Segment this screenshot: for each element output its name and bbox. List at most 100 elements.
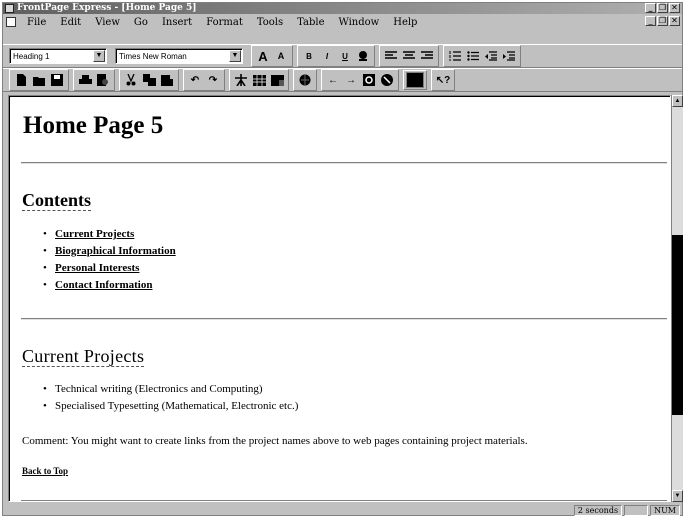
copy-icon[interactable] bbox=[140, 71, 158, 89]
menu-format[interactable]: Format bbox=[199, 17, 250, 28]
underline-button[interactable]: U bbox=[336, 47, 354, 65]
title-bar[interactable]: FrontPage Express - [Home Page 5] _ ❐ ✕ bbox=[3, 3, 682, 14]
projects-list: Technical writing (Electronics and Compu… bbox=[41, 381, 298, 415]
align-center-icon[interactable] bbox=[400, 47, 418, 65]
format-toolbar: Heading 1 ▼ Times New Roman ▼ A A B I U bbox=[3, 44, 682, 68]
refresh-icon[interactable] bbox=[360, 71, 378, 89]
horizontal-rule bbox=[21, 162, 667, 164]
style-group: B I U bbox=[297, 45, 375, 67]
link-current-projects[interactable]: Current Projects bbox=[55, 228, 134, 240]
menu-window[interactable]: Window bbox=[331, 17, 386, 28]
hyperlink-group bbox=[293, 69, 317, 91]
new-page-icon[interactable] bbox=[12, 71, 30, 89]
insert-image-icon[interactable] bbox=[268, 71, 286, 89]
navigation-group: ← → bbox=[321, 69, 399, 91]
status-bar: 2 seconds NUM bbox=[3, 504, 682, 516]
font-size-group: A A bbox=[251, 45, 293, 67]
clipboard-group bbox=[119, 69, 179, 91]
menu-go[interactable]: Go bbox=[127, 17, 155, 28]
chevron-down-icon[interactable]: ▼ bbox=[93, 50, 105, 62]
open-folder-icon[interactable] bbox=[30, 71, 48, 89]
horizontal-rule bbox=[21, 318, 667, 320]
font-select-value: Times New Roman bbox=[119, 51, 187, 61]
list-item: Biographical Information bbox=[41, 243, 176, 260]
color-group bbox=[403, 70, 427, 90]
shrink-font-button[interactable]: A bbox=[272, 47, 290, 65]
scroll-thumb[interactable] bbox=[672, 235, 683, 415]
contents-heading: Contents bbox=[22, 190, 92, 211]
insert-table-icon[interactable] bbox=[250, 71, 268, 89]
close-button[interactable]: ✕ bbox=[669, 3, 680, 13]
undo-group: ↶ ↷ bbox=[183, 69, 225, 91]
grow-font-button[interactable]: A bbox=[254, 47, 272, 65]
num-lock-indicator: NUM bbox=[650, 504, 680, 516]
projects-heading: Current Projects bbox=[22, 346, 145, 367]
bold-button[interactable]: B bbox=[300, 47, 318, 65]
document-editor[interactable]: Home Page 5 Contents Current Projects Bi… bbox=[8, 95, 671, 502]
insert-webbot-icon[interactable] bbox=[232, 71, 250, 89]
doc-close-button[interactable]: ✕ bbox=[669, 16, 680, 26]
numbered-list-icon[interactable] bbox=[446, 47, 464, 65]
paste-icon[interactable] bbox=[158, 71, 176, 89]
horizontal-rule bbox=[21, 500, 667, 501]
menu-table[interactable]: Table bbox=[290, 17, 331, 28]
style-select-value: Heading 1 bbox=[13, 51, 50, 61]
menu-help[interactable]: Help bbox=[386, 17, 424, 28]
maximize-button[interactable]: ❐ bbox=[657, 3, 668, 13]
menu-file[interactable]: File bbox=[20, 17, 53, 28]
link-personal-interests[interactable]: Personal Interests bbox=[55, 262, 139, 274]
list-item: Specialised Typesetting (Mathematical, E… bbox=[41, 398, 298, 415]
menu-insert[interactable]: Insert bbox=[155, 17, 199, 28]
menu-edit[interactable]: Edit bbox=[53, 17, 88, 28]
menu-tools[interactable]: Tools bbox=[250, 17, 290, 28]
print-preview-icon[interactable] bbox=[94, 71, 112, 89]
scroll-up-icon[interactable]: ▲ bbox=[672, 95, 683, 107]
menu-bar: File Edit View Go Insert Format Tools Ta… bbox=[3, 15, 682, 29]
contents-list: Current Projects Biographical Informatio… bbox=[41, 226, 176, 294]
bulleted-list-icon[interactable] bbox=[464, 47, 482, 65]
decrease-indent-icon[interactable] bbox=[482, 47, 500, 65]
document-icon[interactable] bbox=[6, 17, 16, 27]
link-biographical-information[interactable]: Biographical Information bbox=[55, 245, 176, 257]
doc-minimize-button[interactable]: _ bbox=[645, 16, 656, 26]
list-group bbox=[443, 45, 521, 67]
help-group: ↖? bbox=[431, 69, 455, 91]
print-group bbox=[73, 69, 115, 91]
hyperlink-icon[interactable] bbox=[296, 71, 314, 89]
vertical-scrollbar[interactable]: ▲ ▼ bbox=[671, 95, 683, 502]
undo-icon[interactable]: ↶ bbox=[186, 71, 204, 89]
forward-arrow-icon[interactable]: → bbox=[342, 71, 360, 89]
print-icon[interactable] bbox=[76, 71, 94, 89]
text-color-icon[interactable] bbox=[354, 47, 372, 65]
comment-text: Comment: You might want to create links … bbox=[22, 435, 528, 447]
app-window: FrontPage Express - [Home Page 5] _ ❐ ✕ … bbox=[2, 2, 683, 516]
align-group bbox=[379, 45, 439, 67]
link-contact-information[interactable]: Contact Information bbox=[55, 279, 152, 291]
list-item: Technical writing (Electronics and Compu… bbox=[41, 381, 298, 398]
minimize-button[interactable]: _ bbox=[645, 3, 656, 13]
doc-restore-button[interactable]: ❐ bbox=[657, 16, 668, 26]
list-item: Personal Interests bbox=[41, 260, 176, 277]
stop-icon[interactable] bbox=[378, 71, 396, 89]
menu-view[interactable]: View bbox=[88, 17, 127, 28]
scroll-down-icon[interactable]: ▼ bbox=[672, 490, 683, 502]
context-help-icon[interactable]: ↖? bbox=[434, 71, 452, 89]
style-select[interactable]: Heading 1 ▼ bbox=[9, 48, 107, 64]
insert-group bbox=[229, 69, 289, 91]
redo-icon[interactable]: ↷ bbox=[204, 71, 222, 89]
page-title: Home Page 5 bbox=[23, 112, 164, 139]
chevron-down-icon[interactable]: ▼ bbox=[229, 50, 241, 62]
load-time-indicator: 2 seconds bbox=[573, 504, 623, 516]
back-arrow-icon[interactable]: ← bbox=[324, 71, 342, 89]
font-select[interactable]: Times New Roman ▼ bbox=[115, 48, 243, 64]
save-icon[interactable] bbox=[48, 71, 66, 89]
italic-button[interactable]: I bbox=[318, 47, 336, 65]
align-left-icon[interactable] bbox=[382, 47, 400, 65]
status-panel-empty bbox=[624, 504, 649, 516]
color-swatch[interactable] bbox=[406, 72, 424, 88]
file-group bbox=[9, 69, 69, 91]
back-to-top-link[interactable]: Back to Top bbox=[22, 466, 68, 476]
increase-indent-icon[interactable] bbox=[500, 47, 518, 65]
align-right-icon[interactable] bbox=[418, 47, 436, 65]
cut-icon[interactable] bbox=[122, 71, 140, 89]
